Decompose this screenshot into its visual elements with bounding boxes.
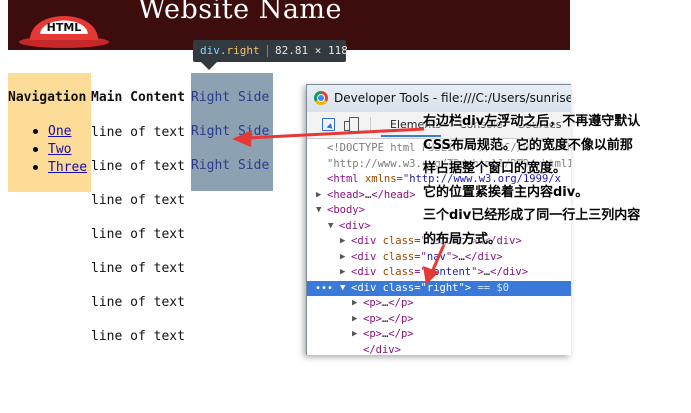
arrow-head-left (232, 130, 252, 147)
arrow-to-right-column (246, 127, 425, 140)
annotation-line: 三个div已经形成了同一行上三列内容 (423, 208, 641, 223)
annotation-line: CSS布局规范。它的宽度不像以前那 (423, 137, 633, 153)
annotation-line: 它的位置紧挨着主内容div。 (423, 184, 589, 200)
annotation-line: 的布局方式。 (423, 231, 502, 247)
annotation-line: 样占据整个窗口的宽度。 (423, 161, 567, 176)
arrow-head-down (423, 266, 439, 285)
annotation-text: 右边栏div左浮动之后，不再遵守默认 CSS布局规范。它的宽度不像以前那 样占据… (423, 110, 685, 251)
annotation-line: 右边栏div左浮动之后，不再遵守默认 (423, 114, 641, 129)
